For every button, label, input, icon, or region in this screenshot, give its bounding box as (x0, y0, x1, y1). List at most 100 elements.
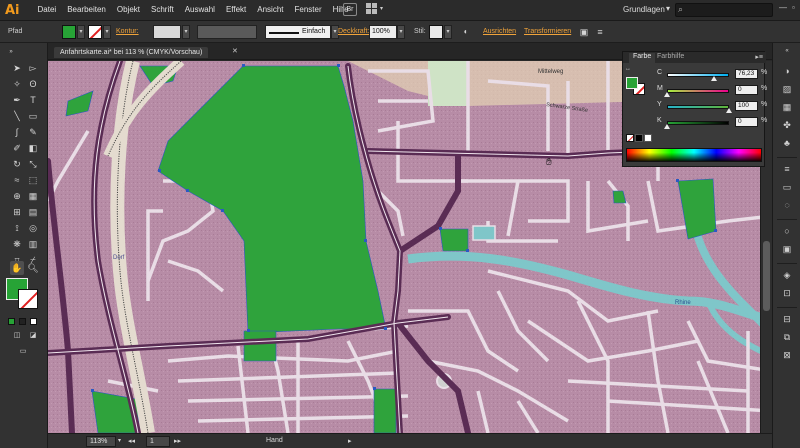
color-spectrum[interactable] (626, 148, 762, 162)
menu-item[interactable]: Effekt (220, 5, 251, 14)
align-label[interactable]: Ausrichten (483, 28, 516, 35)
gradient-panel-icon[interactable]: ▭ (780, 181, 794, 193)
mesh-tool-icon[interactable]: ⊞ (10, 205, 24, 219)
blob-brush-tool-icon[interactable]: ✐ (10, 141, 24, 155)
swatches-icon[interactable]: ▦ (780, 101, 794, 113)
gradient-mode-icon[interactable] (19, 318, 26, 325)
scale-tool-icon[interactable]: ⤡ (26, 157, 40, 171)
workspace-switcher[interactable]: Grundlagen (623, 5, 665, 14)
next-artboard-icon[interactable]: ▸▸ (174, 437, 181, 445)
tab-color-guide[interactable]: Farbhilfe (653, 53, 688, 60)
zoom-dropdown-icon[interactable]: ▾ (118, 437, 121, 444)
brush-definition[interactable]: Einfach (265, 25, 331, 39)
fill-dropdown[interactable]: ▾ (77, 25, 85, 39)
channel-slider[interactable] (667, 89, 729, 93)
minimize-button[interactable]: — (779, 3, 787, 12)
artboards-panel-icon[interactable]: ⊡ (780, 287, 794, 299)
menu-item[interactable]: Ansicht (252, 5, 289, 14)
hand-tool-icon[interactable]: ✋ (10, 261, 24, 275)
brushes-icon[interactable]: ✤ (780, 119, 794, 131)
channel-slider[interactable] (667, 105, 729, 109)
layers-panel-icon[interactable]: ◈ (780, 269, 794, 281)
color-guide-icon[interactable]: ▨ (780, 83, 794, 95)
eraser-tool-icon[interactable]: ◧ (26, 141, 40, 155)
channel-value-field[interactable]: 0 (735, 117, 758, 127)
gradient-tool-icon[interactable]: ▤ (26, 205, 40, 219)
eyedropper-tool-icon[interactable]: ⟟ (10, 221, 24, 235)
slider-thumb[interactable] (711, 76, 718, 81)
opacity-label[interactable]: Deckkraft: (338, 28, 370, 35)
stroke-weight-field[interactable] (153, 25, 181, 39)
transparency-panel-icon[interactable]: ◌ (780, 199, 794, 211)
bridge-button[interactable]: Br (343, 3, 357, 16)
white-swatch[interactable] (644, 134, 652, 142)
channel-value-field[interactable]: 76,23 (735, 69, 758, 79)
type-tool-icon[interactable]: T (26, 93, 40, 107)
recolor-icon[interactable]: ◐ (459, 25, 473, 39)
color-mode-icon[interactable] (8, 318, 15, 325)
symbol-sprayer-tool-icon[interactable]: ❋ (10, 237, 24, 251)
align-panel-icon[interactable]: ⊟ (780, 313, 794, 325)
status-menu-icon[interactable]: ▸ (348, 437, 352, 445)
menu-item[interactable]: Datei (32, 5, 62, 14)
close-icon[interactable]: ✕ (232, 47, 238, 55)
channel-slider[interactable] (667, 121, 729, 125)
graphic-style-swatch[interactable] (429, 25, 443, 39)
fill-color-swatch[interactable] (626, 77, 638, 89)
graph-tool-icon[interactable]: ▥ (26, 237, 40, 251)
chevron-down-icon[interactable]: ▾ (666, 4, 670, 13)
expand-panels-icon[interactable]: « (780, 45, 794, 57)
fill-color-swatch[interactable] (62, 25, 76, 39)
document-tab[interactable]: Anfahrtskarte.ai* bei 113 % (CMYK/Vorsch… (54, 47, 209, 58)
blend-tool-icon[interactable]: ◎ (26, 221, 40, 235)
none-mode-icon[interactable] (30, 318, 37, 325)
pen-tool-icon[interactable]: ✒ (10, 93, 24, 107)
channel-value-field[interactable]: 100 (735, 101, 758, 111)
zoom-field[interactable]: 113% (86, 436, 116, 447)
channel-slider[interactable] (667, 73, 729, 77)
collapse-icon[interactable]: » (4, 45, 18, 59)
screen-mode-icon[interactable]: ▭ (16, 345, 30, 359)
opacity-field[interactable]: 100% (369, 25, 397, 39)
rectangle-tool-icon[interactable]: ▭ (26, 109, 40, 123)
rotate-tool-icon[interactable]: ↻ (10, 157, 24, 171)
menu-item[interactable]: Auswahl (179, 5, 220, 14)
none-swatch[interactable] (626, 134, 634, 142)
swap-colors-icon[interactable]: ↔ (625, 66, 631, 72)
previous-artboard-icon[interactable]: ◂◂ (128, 437, 135, 445)
lasso-tool-icon[interactable]: ʘ (26, 77, 40, 91)
width-tool-icon[interactable]: ≈ (10, 173, 24, 187)
free-transform-tool-icon[interactable]: ⬚ (26, 173, 40, 187)
appearance-panel-icon[interactable]: ○ (780, 225, 794, 237)
slider-thumb[interactable] (664, 92, 670, 97)
stroke-color-swatch[interactable] (18, 289, 38, 309)
black-swatch[interactable] (635, 134, 643, 142)
stroke-weight-dropdown[interactable]: ▾ (182, 25, 190, 39)
pencil-tool-icon[interactable]: ✎ (26, 125, 40, 139)
stroke-dropdown[interactable]: ▾ (103, 25, 111, 39)
panel-menu-icon[interactable]: ≡ (593, 25, 607, 39)
menu-item[interactable]: Fenster (289, 5, 327, 14)
direct-selection-tool-icon[interactable]: ▻ (26, 61, 40, 75)
stroke-label[interactable]: Kontur: (116, 28, 139, 35)
style-dropdown[interactable]: ▾ (444, 25, 452, 39)
maximize-button[interactable]: ▫ (792, 3, 795, 12)
zoom-tool-icon[interactable]: 🔍︎ (26, 261, 40, 275)
selection-tool-icon[interactable]: ➤ (10, 61, 24, 75)
variable-width-profile[interactable] (197, 25, 257, 39)
menu-item[interactable]: Bearbeiten (62, 5, 112, 14)
graphic-styles-icon[interactable]: ▣ (780, 243, 794, 255)
opacity-dropdown[interactable]: ▾ (397, 25, 405, 39)
magic-wand-tool-icon[interactable]: ✧ (10, 77, 24, 91)
line-tool-icon[interactable]: ╲ (10, 109, 24, 123)
menu-item[interactable]: Schrift (146, 5, 180, 14)
transform-label[interactable]: Transformieren (524, 28, 571, 35)
stroke-panel-icon[interactable]: ≡ (780, 163, 794, 175)
slider-thumb[interactable] (664, 124, 670, 129)
channel-value-field[interactable]: 0 (735, 85, 758, 95)
paintbrush-tool-icon[interactable]: ∫ (10, 125, 24, 139)
panel-menu-icon[interactable]: ▸≡ (755, 53, 763, 61)
symbols-icon[interactable]: ♣ (780, 137, 794, 149)
pathfinder-panel-icon[interactable]: ⧉ (780, 331, 794, 343)
shape-builder-tool-icon[interactable]: ⊕ (10, 189, 24, 203)
